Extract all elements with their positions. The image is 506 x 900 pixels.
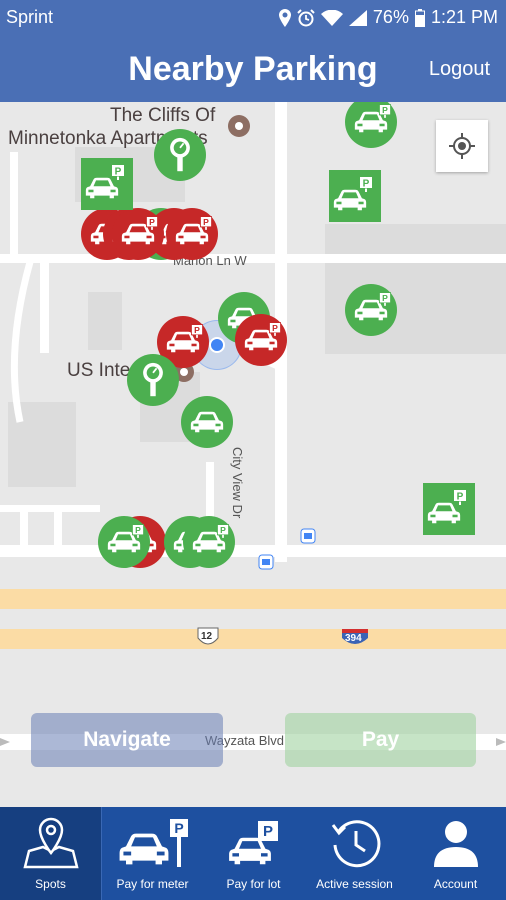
signal-icon: [348, 9, 367, 26]
spot-marker-available[interactable]: [183, 516, 235, 568]
status-bar: Sprint 76% 1:21 PM: [0, 0, 506, 34]
battery-icon: [414, 8, 425, 27]
nav-label: Account: [433, 877, 478, 891]
navigate-button[interactable]: Navigate: [31, 713, 223, 767]
poi-label-cliffs: The Cliffs Of: [110, 105, 216, 126]
clock-time: 1:21 PM: [430, 7, 498, 27]
spot-marker-occupied[interactable]: [112, 208, 164, 260]
my-location-button[interactable]: [436, 120, 488, 172]
spot-marker-available[interactable]: [98, 516, 150, 568]
road-label-city-view: City View Dr: [230, 447, 245, 519]
person-icon: [433, 821, 478, 867]
spot-marker-occupied[interactable]: [235, 314, 287, 366]
nav-label: Active session: [316, 877, 393, 891]
map-view[interactable]: The Cliffs Of Minnetonka Apartments US I…: [0, 102, 506, 807]
svg-text:P: P: [174, 820, 183, 836]
spot-marker-available[interactable]: [345, 284, 397, 336]
clock-history-icon: [331, 820, 380, 868]
app-header: Nearby Parking Logout: [0, 34, 506, 102]
nav-pay-for-lot[interactable]: P Pay for lot: [203, 807, 304, 900]
nav-label: Pay for meter: [116, 877, 189, 891]
spot-marker-occupied[interactable]: [166, 208, 218, 260]
bottom-nav: Spots P Pay for meter P Pay for lot Acti…: [0, 807, 506, 900]
car-meter-icon: P: [119, 819, 188, 867]
shield-label-12: 12: [201, 631, 213, 642]
meter-marker[interactable]: [127, 354, 179, 406]
nav-label: Pay for lot: [226, 877, 281, 891]
spot-marker-available[interactable]: [181, 396, 233, 448]
shield-label-394: 394: [345, 633, 362, 644]
location-icon: [278, 8, 291, 27]
crosshair-icon: [449, 133, 475, 159]
battery-percent: 76%: [372, 7, 409, 27]
nav-label: Spots: [35, 877, 66, 891]
car-lot-icon: P: [228, 821, 278, 865]
map-base: [0, 102, 506, 807]
lot-marker[interactable]: [329, 170, 381, 222]
lot-marker[interactable]: [423, 483, 475, 535]
map-pin-icon: [22, 817, 79, 869]
wifi-icon: [320, 9, 343, 26]
status-icons: 76% 1:21 PM: [278, 7, 498, 28]
nav-spots[interactable]: Spots: [0, 807, 102, 900]
poi-label-us-inte: US Inte: [67, 360, 131, 381]
carrier-label: Sprint: [6, 7, 54, 27]
logout-button[interactable]: Logout: [429, 58, 490, 81]
nav-active-session[interactable]: Active session: [304, 807, 405, 900]
pay-button[interactable]: Pay: [285, 713, 476, 767]
alarm-icon: [297, 8, 315, 26]
svg-text:P: P: [262, 823, 272, 840]
meter-marker[interactable]: [154, 129, 206, 181]
nav-account[interactable]: Account: [405, 807, 506, 900]
lot-marker[interactable]: [81, 158, 133, 210]
nav-pay-for-meter[interactable]: P Pay for meter: [102, 807, 203, 900]
